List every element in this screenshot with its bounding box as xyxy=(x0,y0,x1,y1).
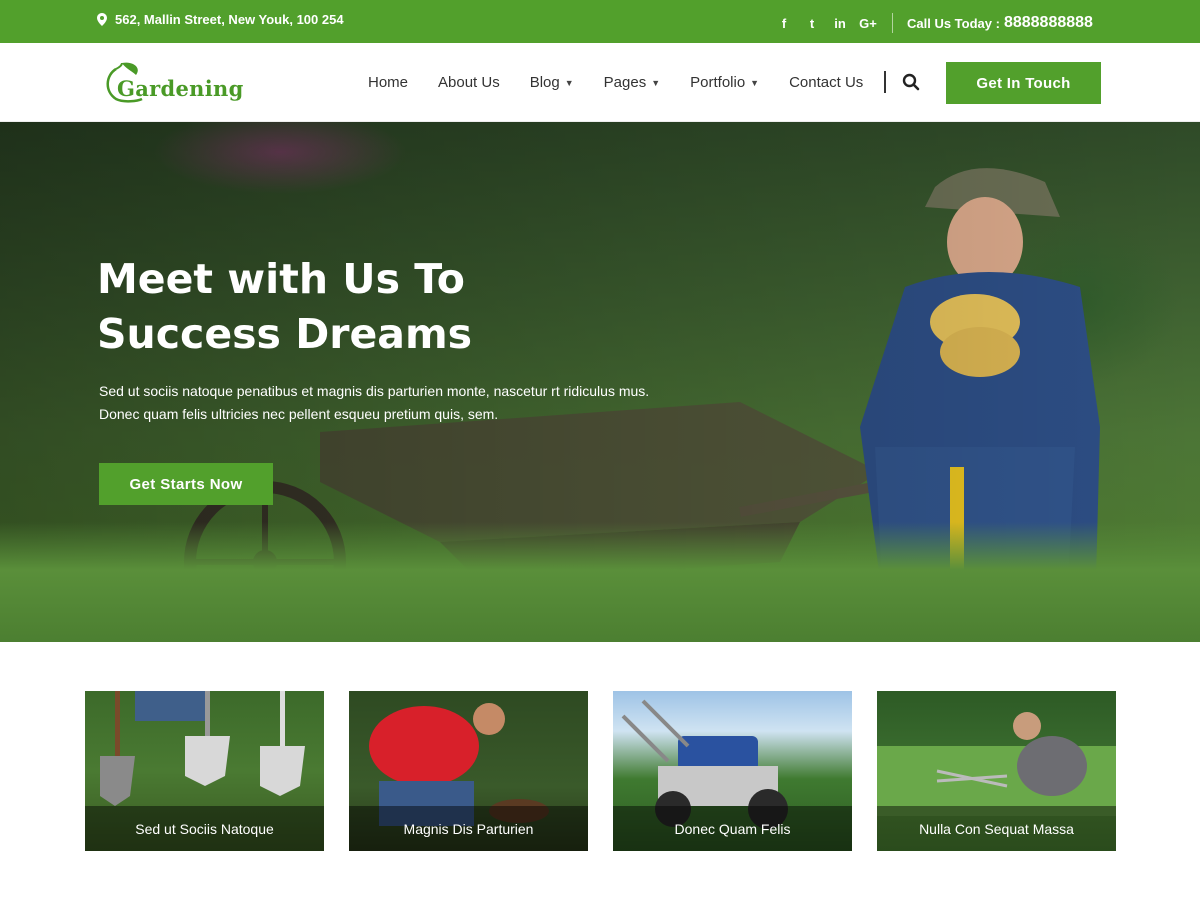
call-label: Call Us Today : xyxy=(907,15,1000,31)
google-plus-icon[interactable]: G+ xyxy=(859,16,877,31)
nav-item-portfolio[interactable]: Portfolio ▼ xyxy=(690,74,759,91)
main-nav: Home About Us Blog ▼ Pages ▼ Portfolio ▼… xyxy=(368,43,893,122)
service-card[interactable]: Sed ut Sociis Natoque xyxy=(85,691,324,851)
card-caption: Donec Quam Felis xyxy=(613,806,852,851)
nav-item-blog[interactable]: Blog ▼ xyxy=(530,74,574,91)
service-card[interactable]: Donec Quam Felis xyxy=(613,691,852,851)
logo[interactable]: Gardening xyxy=(102,61,252,105)
logo-text: Gardening xyxy=(117,76,244,101)
call-info: Call Us Today : 8888888888 xyxy=(907,0,1093,46)
service-cards: Sed ut Sociis Natoque Magnis Dis Parturi… xyxy=(85,691,1116,851)
service-card[interactable]: Magnis Dis Parturien xyxy=(349,691,588,851)
card-caption: Magnis Dis Parturien xyxy=(349,806,588,851)
nav-item-contact-us[interactable]: Contact Us xyxy=(789,74,863,91)
nav-label: Blog xyxy=(529,74,560,91)
grass xyxy=(0,522,1200,642)
nav-label: Portfolio xyxy=(690,74,746,91)
social-links: f t in G+ xyxy=(776,0,877,46)
linkedin-icon[interactable]: in xyxy=(832,16,848,31)
hero-title: Meet with Us To Success Dreams xyxy=(97,255,473,358)
card-caption: Nulla Con Sequat Massa xyxy=(877,806,1116,851)
call-number[interactable]: 8888888888 xyxy=(1004,14,1093,32)
get-in-touch-button[interactable]: Get In Touch xyxy=(946,62,1101,104)
chevron-down-icon: ▼ xyxy=(750,77,760,88)
map-marker-icon xyxy=(97,12,107,26)
divider xyxy=(892,13,893,33)
nav-item-home[interactable]: Home xyxy=(368,74,408,91)
nav-item-about-us[interactable]: About Us xyxy=(438,74,500,91)
address-text: 562, Mallin Street, New Youk, 100 254 xyxy=(115,11,344,27)
search-icon[interactable] xyxy=(902,73,920,91)
facebook-icon[interactable]: f xyxy=(776,16,792,31)
hero-text-line-2: Donec quam felis ultricies nec pellent e… xyxy=(99,406,499,422)
address: 562, Mallin Street, New Youk, 100 254 xyxy=(97,0,344,38)
nav-label: Home xyxy=(368,74,409,91)
nav-divider xyxy=(884,71,886,93)
nav-label: Contact Us xyxy=(789,74,864,91)
chevron-down-icon: ▼ xyxy=(564,77,574,88)
card-caption: Sed ut Sociis Natoque xyxy=(85,806,324,851)
twitter-icon[interactable]: t xyxy=(804,16,820,31)
nav-item-pages[interactable]: Pages ▼ xyxy=(604,74,660,91)
hero-text: Sed ut sociis natoque penatibus et magni… xyxy=(99,380,699,426)
hero-text-line-1: Sed ut sociis natoque penatibus et magni… xyxy=(99,383,650,399)
nav-label: About Us xyxy=(438,74,500,91)
site-header: Gardening Home About Us Blog ▼ Pages ▼ P… xyxy=(0,43,1200,122)
chevron-down-icon: ▼ xyxy=(651,77,661,88)
hero-banner: Meet with Us To Success Dreams Sed ut so… xyxy=(0,122,1200,642)
nav-label: Pages xyxy=(603,74,647,91)
service-card[interactable]: Nulla Con Sequat Massa xyxy=(877,691,1116,851)
top-bar: 562, Mallin Street, New Youk, 100 254 f … xyxy=(0,0,1200,43)
get-starts-now-button[interactable]: Get Starts Now xyxy=(99,463,273,505)
